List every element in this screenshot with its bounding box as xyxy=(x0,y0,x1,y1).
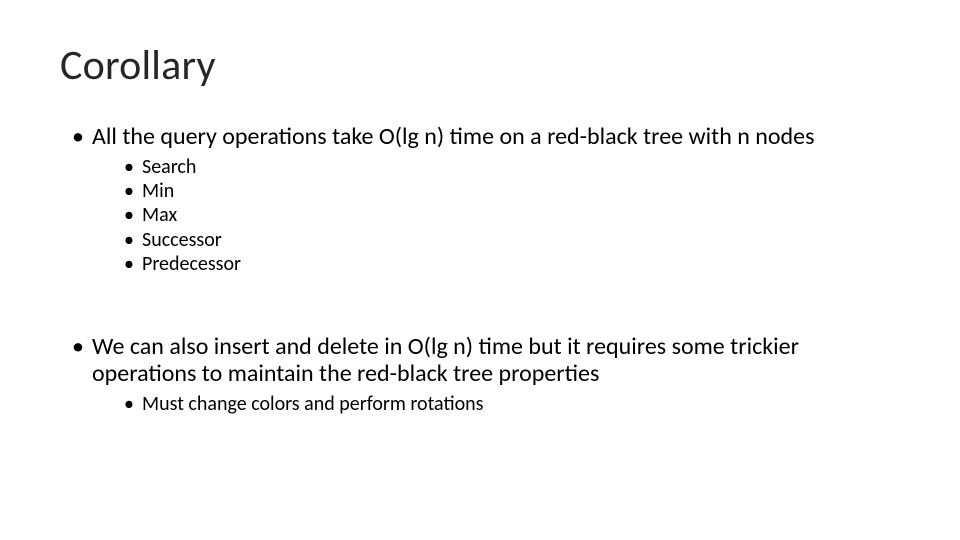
sub-bullet-item: Min xyxy=(128,179,900,203)
bullet-list: All the query operations take O(lg n) ti… xyxy=(60,123,900,277)
sub-bullet-item: Successor xyxy=(128,228,900,252)
sub-bullet-item: Max xyxy=(128,203,900,227)
sub-bullet-list: Search Min Max Successor Predecessor xyxy=(92,155,900,277)
sub-bullet-list: Must change colors and perform rotations xyxy=(92,392,900,416)
bullet-item: We can also insert and delete in O(lg n)… xyxy=(78,333,900,417)
slide-title: Corollary xyxy=(60,40,900,91)
bullet-text: All the query operations take O(lg n) ti… xyxy=(92,122,814,151)
sub-bullet-item: Predecessor xyxy=(128,252,900,276)
sub-bullet-item: Must change colors and perform rotations xyxy=(128,392,900,416)
sub-bullet-item: Search xyxy=(128,155,900,179)
bullet-list: We can also insert and delete in O(lg n)… xyxy=(60,333,900,417)
bullet-text: We can also insert and delete in O(lg n)… xyxy=(92,332,799,389)
bullet-item: All the query operations take O(lg n) ti… xyxy=(78,123,900,277)
slide: Corollary All the query operations take … xyxy=(0,0,960,540)
spacer xyxy=(60,305,900,333)
